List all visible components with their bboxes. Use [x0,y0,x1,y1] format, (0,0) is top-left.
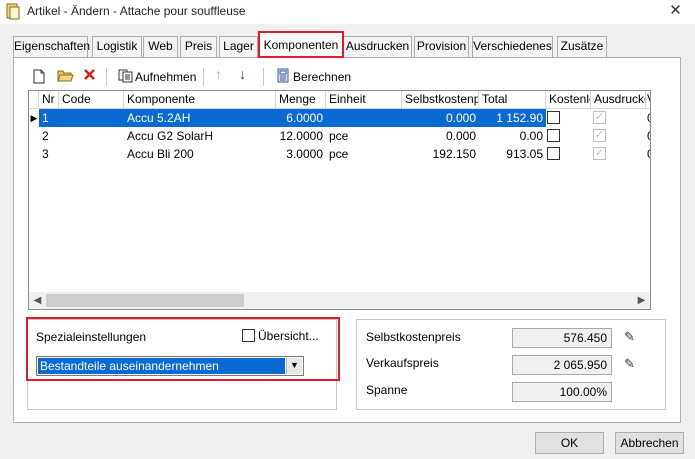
row-indicator-header [29,91,39,109]
tab-preis[interactable]: Preis [180,36,217,57]
column-header-menge[interactable]: Menge [276,91,326,109]
cell-komponente: Accu Bli 200 [127,147,194,161]
cell-total: 913.05 [506,147,543,161]
chevron-down-icon[interactable]: ▼ [286,358,302,374]
calculator-icon [277,68,289,83]
new-document-icon[interactable] [33,69,45,84]
column-header-code[interactable]: Code [59,91,124,109]
scroll-left-arrow-icon[interactable]: ◀ [29,292,46,309]
cell-menge: 3.0000 [286,147,323,161]
cancel-button[interactable]: Abbrechen [615,432,684,454]
horizontal-scroll-thumb[interactable] [46,294,244,307]
table-row[interactable]: ▶ 1 Accu 5.2AH 6.0000 0.000 1 152.90 ✓ 0 [29,109,650,127]
column-header-kostenlos[interactable]: Kostenlos [546,91,591,109]
spezial-label: Spezialeinstellungen [36,330,147,344]
cell-komponente: Accu 5.2AH [124,109,276,127]
tab-logistik[interactable]: Logistik [92,36,142,57]
ausdrucken-checkbox[interactable]: ✓ [593,129,606,142]
toolbar-separator [106,68,107,86]
uebersicht-label[interactable]: Übersicht... [258,329,319,343]
tab-provision[interactable]: Provision [414,36,469,57]
selbstkostenpreis-label: Selbstkostenpreis [366,330,461,344]
cell-code [59,145,124,163]
spanne-field: 100.00% [512,382,612,402]
app-icon [6,3,20,20]
column-header-ausdrucken[interactable]: Ausdrucken [591,91,646,109]
tab-web[interactable]: Web [143,36,178,57]
cell-selbstkostenpreis: 0.000 [445,129,476,143]
cell-einheit: pce [329,147,349,161]
column-header-selbstkostenpreis[interactable]: Selbstkostenpreis [402,91,479,109]
spanne-label: Spanne [366,383,408,397]
selbstkostenpreis-field: 576.450 [512,328,612,348]
edit-pencil-icon[interactable]: ✎ [624,329,635,345]
cell-nr: 2 [42,129,49,143]
row-indicator-icon: ▶ [30,113,38,123]
move-up-arrow-icon[interactable]: ↑ [215,66,222,82]
cell-v: 0 [646,145,650,163]
column-header-v[interactable]: V [646,91,650,109]
spezial-dropdown[interactable]: Bestandteile auseinandernehmen ▼ [36,356,304,376]
tab-eigenschaften[interactable]: Eigenschaften [13,36,90,57]
column-header-total[interactable]: Total [479,91,546,109]
berechnen-button[interactable]: Berechnen [293,68,351,88]
tab-komponenten[interactable]: Komponenten [259,31,343,58]
kostenlos-checkbox[interactable] [547,129,560,142]
cell-einheit: pce [329,129,349,143]
table-row[interactable]: 2 Accu G2 SolarH 12.0000 pce 0.000 0.00 … [29,127,650,145]
aufnehmen-icon [118,69,133,83]
components-grid[interactable]: Nr Code Komponente Menge Einheit Selbstk… [28,90,651,310]
cell-code [59,127,124,145]
aufnehmen-button[interactable]: Aufnehmen [135,68,196,88]
edit-pencil-icon[interactable]: ✎ [624,356,635,372]
cell-selbstkostenpreis: 0.000 [402,109,479,127]
horizontal-scrollbar[interactable]: ◀ ▶ [29,292,650,309]
window-title: Artikel - Ändern - Attache pour souffleu… [27,4,246,18]
toolbar-separator [263,68,264,86]
tab-ausdrucken[interactable]: Ausdrucken [343,36,412,57]
tab-zusaetze[interactable]: Zusätze [557,36,607,57]
verkaufspreis-field: 2 065.950 [512,355,612,375]
kostenlos-checkbox[interactable] [547,147,560,160]
cell-total: 0.00 [519,129,543,143]
cell-nr: 1 [39,109,59,127]
toolbar-separator [203,68,204,86]
ausdrucken-checkbox[interactable]: ✓ [593,147,606,160]
scroll-right-arrow-icon[interactable]: ▶ [633,292,650,309]
verkaufspreis-label: Verkaufspreis [366,356,439,370]
table-row[interactable]: 3 Accu Bli 200 3.0000 pce 192.150 913.05… [29,145,650,163]
delete-x-icon[interactable] [83,68,96,81]
cell-code [59,109,124,127]
cell-selbstkostenpreis: 192.150 [432,147,476,161]
column-header-komponente[interactable]: Komponente [124,91,276,109]
spezial-dropdown-value: Bestandteile auseinandernehmen [38,358,285,374]
ausdrucken-checkbox[interactable]: ✓ [593,111,606,124]
kostenlos-checkbox[interactable] [547,111,560,124]
vertical-scrollbar[interactable]: ▲ ▼ [650,91,651,294]
cell-komponente: Accu G2 SolarH [127,129,214,143]
column-header-nr[interactable]: Nr [39,91,59,109]
cell-nr: 3 [42,147,49,161]
cell-einheit [326,109,402,127]
column-header-einheit[interactable]: Einheit [326,91,402,109]
cell-total: 1 152.90 [479,109,546,127]
ok-button[interactable]: OK [535,432,604,454]
cell-v: 0 [646,109,650,127]
open-folder-icon[interactable] [57,68,74,83]
cell-v: 0 [646,127,650,145]
cell-menge: 12.0000 [279,129,323,143]
cell-menge: 6.0000 [276,109,326,127]
tab-verschiedenes[interactable]: Verschiedenes [472,36,553,57]
close-icon[interactable]: ✕ [656,0,695,24]
uebersicht-checkbox[interactable] [242,329,255,342]
tab-lager[interactable]: Lager [219,36,258,57]
move-down-arrow-icon[interactable]: ↓ [239,66,246,82]
